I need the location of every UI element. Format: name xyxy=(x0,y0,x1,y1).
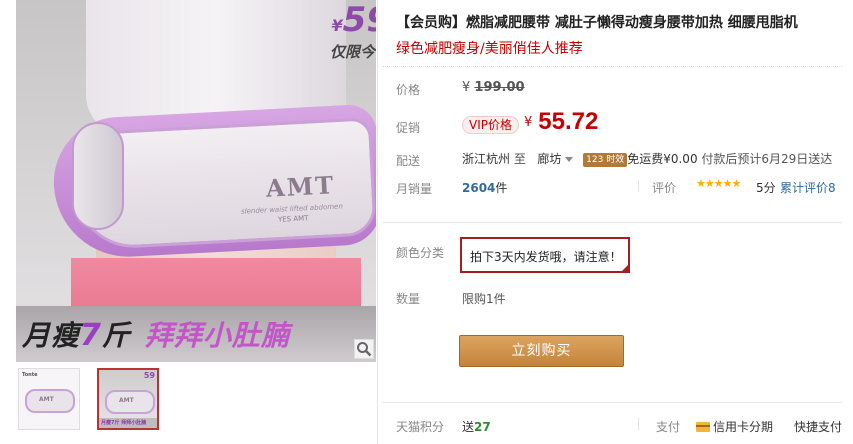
review-count-link[interactable]: 累计评价8 xyxy=(780,179,836,196)
thumbnail-2-selected[interactable]: 59 AMT 月瘦7斤 拜拜小肚腩 xyxy=(97,368,159,430)
divider xyxy=(638,180,639,192)
promo-value: 55.72 xyxy=(538,108,599,135)
badge-today-tag: 仅限今日 xyxy=(329,43,376,61)
thumbnail-price: 59 xyxy=(143,371,155,380)
rating-stars: ★★★★★ xyxy=(696,177,741,190)
product-gallery: AMT slender waist lifted abdomen YES AMT… xyxy=(0,0,378,444)
thumbnail-brand: Tonte xyxy=(22,372,38,378)
thumbnail-slogan: 月瘦7斤 拜拜小肚腩 xyxy=(99,418,157,428)
points-prefix: 送 xyxy=(462,420,475,434)
promo-currency: ¥ xyxy=(524,115,533,130)
rating-label: 评价 xyxy=(652,181,677,195)
quick-pay[interactable]: 快捷支付 xyxy=(794,418,842,435)
zoom-magnifier-icon[interactable] xyxy=(354,339,374,359)
sales-label: 月销量 xyxy=(396,182,433,196)
quantity-label: 数量 xyxy=(396,292,421,306)
ship-destination-select[interactable]: 廊坊 xyxy=(537,152,579,166)
slogan-text: 月瘦7斤 拜拜小肚腩 xyxy=(22,314,290,354)
price-label: 价格 xyxy=(396,83,421,97)
promo-label: 促销 xyxy=(396,121,421,135)
shipping-row: 浙江杭州 至 廊坊 123 时效 免运费¥0.00 付款后预计6月29日送达 xyxy=(462,150,832,167)
thumbnail-label: AMT xyxy=(39,396,54,403)
credit-card-icon xyxy=(696,422,710,432)
slogan-left-b: 斤 xyxy=(101,319,131,352)
slogan-left-a: 月瘦 xyxy=(22,319,81,352)
points-value: 送27 xyxy=(462,418,491,435)
thumbnail-label: AMT xyxy=(119,397,134,404)
ship-to-word: 至 xyxy=(513,152,526,166)
points-number: 27 xyxy=(474,420,491,434)
vip-price-tag: VIP价格 xyxy=(462,116,519,134)
delivery-hours-badge: 123 时效 xyxy=(583,153,628,167)
credit-installment-text: 信用卡分期 xyxy=(713,420,774,434)
slogan-right: 拜拜小肚腩 xyxy=(144,319,290,352)
badge-currency: ¥ xyxy=(331,16,343,35)
ship-from: 浙江杭州 xyxy=(462,152,511,166)
belt-brand-small: YES AMT xyxy=(277,214,309,224)
check-icon: ✓ xyxy=(620,262,626,270)
slogan-number: 7 xyxy=(80,318,102,353)
promo-price: ¥55.72 xyxy=(524,108,598,136)
sku-option-text: 拍下3天内发货哦，请注意！ xyxy=(470,250,622,264)
credit-installment[interactable]: 信用卡分期 xyxy=(696,418,773,435)
belt-buckle xyxy=(72,122,124,230)
quantity-limit: 限购1件 xyxy=(462,292,506,306)
payment-label: 支付 xyxy=(656,420,681,434)
product-title: 【会员购】燃脂减肥腰带 减肚子懒得动瘦身腰带加热 细腰甩脂机 xyxy=(396,15,798,31)
buy-now-button[interactable]: 立刻购买 xyxy=(459,335,624,367)
shipping-label: 配送 xyxy=(396,154,421,168)
points-label: 天猫积分 xyxy=(396,420,445,434)
original-price-currency: ¥ xyxy=(462,80,471,95)
sales-unit: 件 xyxy=(495,181,508,195)
color-category-label: 颜色分类 xyxy=(396,246,445,260)
belt-brand-logo: AMT xyxy=(265,170,336,203)
price-badge: ¥59 仅限今日 xyxy=(308,2,376,60)
chevron-down-icon xyxy=(565,156,574,162)
badge-amount: 59 xyxy=(342,0,376,40)
sku-option-selected[interactable]: 拍下3天内发货哦，请注意！ ✓ xyxy=(460,237,630,273)
rating-score: 5分 xyxy=(756,181,776,195)
delivery-estimate: 付款后预计6月29日送达 xyxy=(701,152,833,166)
thumbnail-1[interactable]: Tonte AMT xyxy=(18,368,80,430)
original-price-value: 199.00 xyxy=(474,80,525,95)
divider xyxy=(638,418,639,430)
shipping-fee: ¥0.00 xyxy=(663,152,698,166)
monthly-sales: 2604件 xyxy=(462,179,507,196)
original-price: ¥ 199.00 xyxy=(462,80,525,95)
sales-count: 2604 xyxy=(462,181,496,195)
ship-destination: 廊坊 xyxy=(537,152,562,166)
product-subtitle: 绿色减肥瘦身/美丽俏佳人推荐 xyxy=(396,41,583,57)
free-shipping: 免运费 xyxy=(627,152,664,166)
